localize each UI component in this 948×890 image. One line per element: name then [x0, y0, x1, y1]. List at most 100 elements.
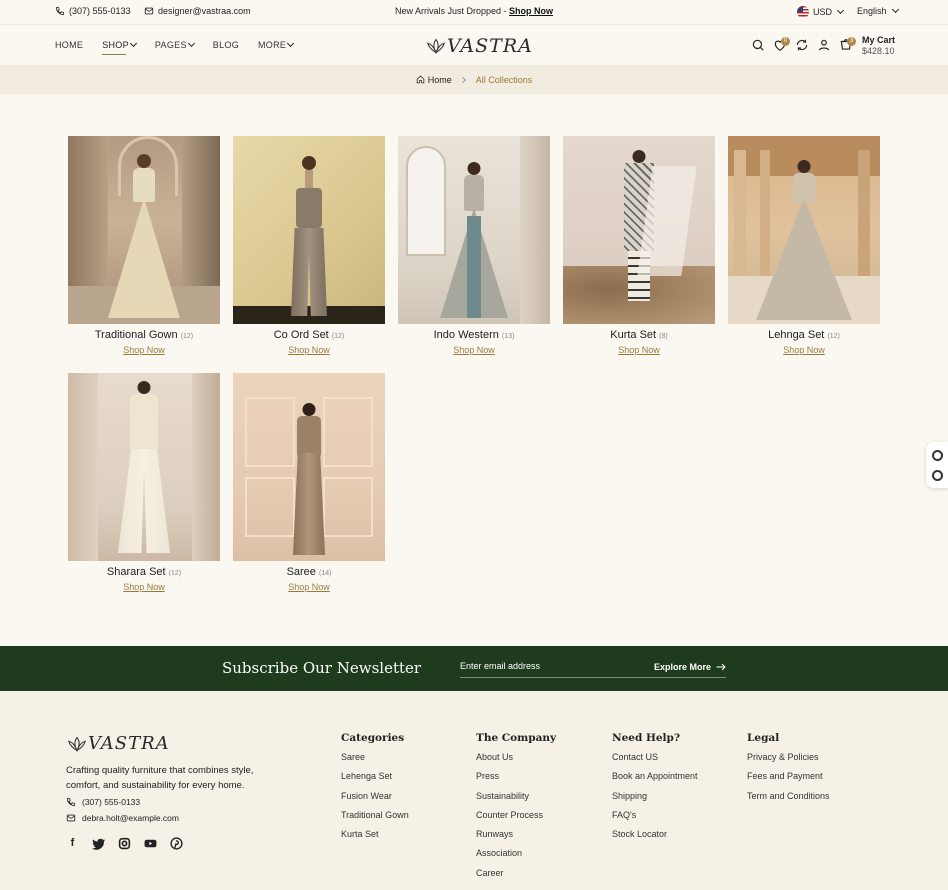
footer-link[interactable]: Book an Appointment: [612, 771, 698, 790]
collection-count: (13): [501, 333, 515, 340]
collection-card[interactable]: Indo Western (13) Shop Now: [398, 136, 550, 355]
explore-more-button[interactable]: Explore More: [654, 662, 726, 672]
promo-shop-now-link[interactable]: Shop Now: [509, 6, 553, 16]
gear-icon[interactable]: [932, 450, 943, 461]
nav-home[interactable]: HOME: [55, 40, 83, 50]
user-icon[interactable]: [817, 38, 831, 52]
youtube-icon[interactable]: [144, 837, 157, 850]
footer-link[interactable]: Sustainability: [476, 791, 556, 810]
chevron-down-icon: [187, 39, 195, 48]
footer-email[interactable]: debra.holt@example.com: [66, 813, 179, 823]
us-flag-icon: [797, 6, 809, 18]
collection-image[interactable]: [68, 373, 220, 561]
footer-link[interactable]: Press: [476, 771, 556, 790]
collection-image[interactable]: [233, 373, 385, 561]
footer-link[interactable]: Stock Locator: [612, 829, 698, 848]
collection-title[interactable]: Kurta Set (8): [563, 329, 715, 341]
shop-now-link[interactable]: Shop Now: [563, 345, 715, 355]
pinterest-icon[interactable]: [170, 837, 183, 850]
nav-more[interactable]: MORE: [258, 39, 295, 50]
collection-card[interactable]: Sharara Set (12) Shop Now: [68, 373, 220, 592]
footer-link[interactable]: Traditional Gown: [341, 810, 409, 829]
nav-blog[interactable]: BLOG: [213, 40, 239, 50]
shop-now-link[interactable]: Shop Now: [68, 582, 220, 592]
social-links: f: [66, 837, 183, 850]
main-nav: HOME SHOP PAGES BLOG MORE: [55, 39, 295, 55]
collection-card[interactable]: Traditional Gown (12) Shop Now: [68, 136, 220, 355]
explore-more-label: Explore More: [653, 662, 711, 672]
chevron-down-icon: [287, 39, 295, 48]
shop-now-link[interactable]: Shop Now: [398, 345, 550, 355]
footer-link[interactable]: Contact US: [612, 752, 698, 771]
refresh-compare-icon[interactable]: [795, 38, 809, 52]
nav-shop-label: SHOP: [102, 40, 129, 50]
chevron-down-icon: [129, 39, 137, 48]
collection-image[interactable]: [233, 136, 385, 324]
footer-column-title: Need Help?: [612, 732, 681, 744]
collection-count: (12): [168, 570, 182, 577]
breadcrumb-current: All Collections: [475, 74, 533, 85]
collection-title[interactable]: Lehnga Set (12): [728, 329, 880, 341]
footer-link[interactable]: Counter Process: [476, 810, 556, 829]
footer-description: Crafting quality furniture that combines…: [66, 765, 254, 791]
shop-now-link[interactable]: Shop Now: [728, 345, 880, 355]
language-selector[interactable]: English: [857, 5, 899, 16]
footer-link[interactable]: Privacy & Policies: [747, 752, 830, 771]
twitter-icon[interactable]: [92, 837, 105, 850]
collection-image[interactable]: [68, 136, 220, 324]
footer-link[interactable]: Association: [476, 848, 556, 867]
nav-shop[interactable]: SHOP: [102, 39, 137, 55]
footer-link[interactable]: Career: [476, 868, 556, 887]
footer-logo[interactable]: VASTRA: [66, 733, 170, 754]
collection-name: Co Ord Set: [273, 329, 329, 341]
wishlist-count-badge: 0: [781, 37, 790, 46]
nav-pages[interactable]: PAGES: [155, 39, 195, 50]
site-logo[interactable]: VASTRA: [425, 35, 533, 57]
shop-now-link[interactable]: Shop Now: [68, 345, 220, 355]
arrow-right-icon: [716, 663, 726, 671]
nav-blog-label: BLOG: [212, 40, 239, 50]
home-icon: [416, 75, 424, 84]
collection-title[interactable]: Indo Western (13): [398, 329, 550, 341]
facebook-icon[interactable]: f: [66, 837, 79, 850]
collection-card[interactable]: Saree (14) Shop Now: [233, 373, 385, 592]
collection-image[interactable]: [728, 136, 880, 324]
footer-link[interactable]: FAQ's: [612, 810, 698, 829]
collection-card[interactable]: Lehnga Set (12) Shop Now: [728, 136, 880, 355]
shop-now-link[interactable]: Shop Now: [233, 345, 385, 355]
collection-card[interactable]: Kurta Set (8) Shop Now: [563, 136, 715, 355]
collection-image[interactable]: [563, 136, 715, 324]
footer-link[interactable]: Term and Conditions: [747, 791, 830, 810]
currency-selector[interactable]: USD: [797, 6, 845, 18]
newsletter-bar: Subscribe Our Newsletter Enter email add…: [0, 646, 948, 691]
footer-link[interactable]: Fusion Wear: [341, 791, 409, 810]
footer-link[interactable]: Fees and Payment: [747, 771, 830, 790]
cart-label: My Cart: [862, 35, 896, 45]
newsletter-email-input[interactable]: Enter email address Explore More: [460, 660, 726, 678]
collection-name: Traditional Gown: [94, 329, 178, 341]
footer-link[interactable]: Kurta Set: [341, 829, 409, 848]
shop-now-link[interactable]: Shop Now: [233, 582, 385, 592]
footer-link[interactable]: About Us: [476, 752, 556, 771]
promo-text: New Arrivals Just Dropped -: [394, 6, 510, 16]
search-icon[interactable]: [751, 38, 765, 52]
collection-image[interactable]: [398, 136, 550, 324]
collection-title[interactable]: Saree (14): [233, 566, 385, 578]
instagram-icon[interactable]: [118, 837, 131, 850]
footer-link[interactable]: Saree: [341, 752, 409, 771]
footer-phone[interactable]: (307) 555-0133: [66, 797, 140, 807]
breadcrumb-home[interactable]: Home: [416, 75, 452, 85]
side-settings-panel: [926, 442, 948, 488]
collection-title[interactable]: Sharara Set (12): [68, 566, 220, 578]
gear-icon[interactable]: [932, 470, 943, 481]
cart-summary[interactable]: My Cart $428.10: [862, 35, 895, 57]
collection-title[interactable]: Traditional Gown (12): [68, 329, 220, 341]
footer-link[interactable]: Lehenga Set: [341, 771, 409, 790]
footer-link[interactable]: Runways: [476, 829, 556, 848]
lotus-logo-icon: [67, 736, 87, 752]
collection-count: (8): [659, 333, 668, 340]
collection-title[interactable]: Co Ord Set (12): [233, 329, 385, 341]
footer-link[interactable]: Shipping: [612, 791, 698, 810]
collection-card[interactable]: Co Ord Set (12) Shop Now: [233, 136, 385, 355]
mail-icon: [66, 814, 76, 822]
